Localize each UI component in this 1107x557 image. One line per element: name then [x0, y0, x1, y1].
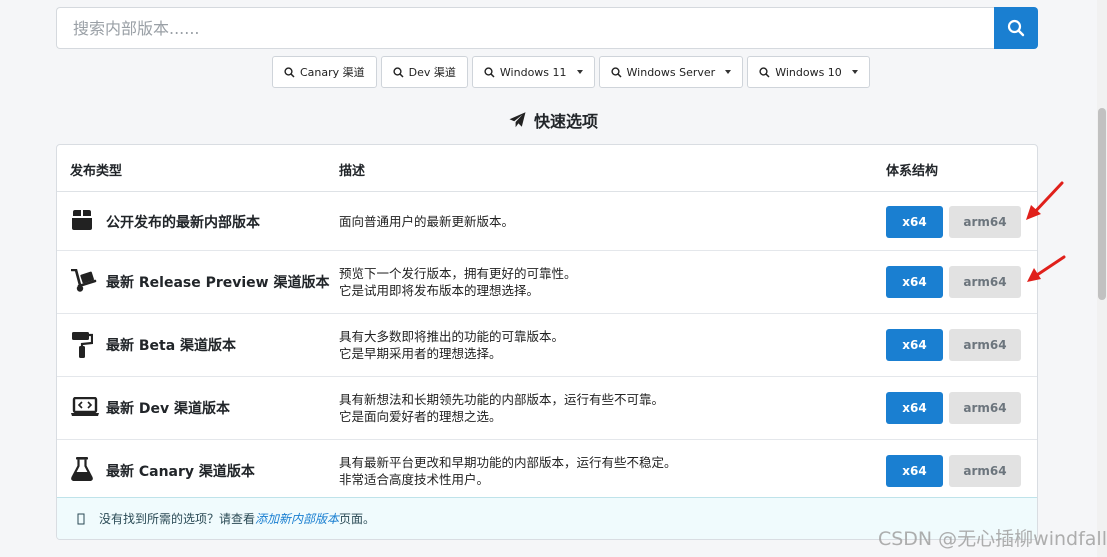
row-description: 具有大多数即将推出的功能的可靠版本。 它是早期采用者的理想选择。 — [339, 328, 564, 362]
column-header-type: 发布类型 — [70, 164, 123, 179]
download-arm64-button[interactable]: arm64 — [949, 392, 1021, 424]
row-description: 具有最新平台更改和早期功能的内部版本，运行有些不稳定。 非常适合高度技术性用户。 — [339, 454, 677, 488]
dolly-icon — [71, 269, 97, 292]
table-row: 公开发布的最新内部版本 面向普通用户的最新更新版本。 x64 arm64 — [57, 192, 1037, 251]
download-x64-button[interactable]: x64 — [886, 455, 943, 487]
filter-label: Windows Server — [626, 65, 716, 79]
scrollbar-thumb[interactable] — [1098, 108, 1106, 300]
watermark: CSDN @无心插柳windfall — [877, 528, 1107, 550]
search-icon — [1007, 19, 1025, 37]
annotation-arrow — [1027, 255, 1066, 282]
add-build-link[interactable]: 添加新内部版本 — [255, 510, 339, 527]
row-description: 具有新想法和长期领先功能的内部版本，运行有些不可靠。 它是面向爱好者的理想之选。 — [339, 391, 664, 425]
quick-options-title: 快速选项 — [533, 112, 598, 131]
row-description: 预览下一个发行版本，拥有更好的可靠性。 它是试用即将发布版本的理想选择。 — [339, 265, 577, 299]
paper-plane-icon — [509, 112, 526, 128]
search-icon — [284, 66, 295, 78]
download-arm64-button[interactable]: arm64 — [949, 455, 1021, 487]
row-description-line: 具有新想法和长期领先功能的内部版本，运行有些不可靠。 — [339, 392, 665, 407]
row-description-line: 具有大多数即将推出的功能的可靠版本。 — [339, 329, 565, 344]
download-arm64-button[interactable]: arm64 — [949, 329, 1021, 361]
filter-windows-server-dropdown[interactable]: Windows Server — [598, 56, 744, 88]
table-row: 最新 Canary 渠道版本 具有最新平台更改和早期功能的内部版本，运行有些不稳… — [57, 440, 1037, 503]
caret-down-icon — [851, 70, 858, 74]
row-description: 面向普通用户的最新更新版本。 — [339, 213, 514, 230]
search-icon — [484, 66, 495, 78]
row-name: 最新 Dev 渠道版本 — [106, 401, 230, 417]
row-description-line: 它是面向爱好者的理想之选。 — [339, 409, 502, 424]
builds-table: 发布类型 描述 体系结构 公开发布的最新内部版本 面向普通用户的最新更新版本。 … — [56, 144, 1038, 540]
paint-roller-icon — [72, 332, 93, 358]
table-row: 最新 Beta 渠道版本 具有大多数即将推出的功能的可靠版本。 它是早期采用者的… — [57, 314, 1037, 377]
download-x64-button[interactable]: x64 — [886, 392, 943, 424]
download-x64-button[interactable]: x64 — [886, 206, 943, 238]
row-name: 最新 Release Preview 渠道版本 — [106, 275, 330, 291]
row-description-line: 它是早期采用者的理想选择。 — [339, 346, 502, 361]
filter-dev-button[interactable]: Dev 渠道 — [380, 56, 468, 88]
search-icon — [610, 66, 622, 78]
filter-label: Dev 渠道 — [408, 66, 456, 79]
table-row: 最新 Release Preview 渠道版本 预览下一个发行版本，拥有更好的可… — [57, 251, 1037, 314]
caret-down-icon — [725, 70, 732, 74]
filter-windows11-dropdown[interactable]: Windows 11 — [471, 56, 595, 88]
page-scrollbar[interactable] — [1097, 0, 1107, 557]
quick-options-heading: 快速选项 — [0, 108, 1107, 132]
search-icon — [759, 66, 770, 78]
info-icon — [77, 513, 85, 524]
filter-windows10-dropdown[interactable]: Windows 10 — [747, 56, 870, 88]
row-description-line: 它是试用即将发布版本的理想选择。 — [339, 283, 540, 298]
notice-suffix: 页面。 — [339, 512, 376, 526]
table-header: 发布类型 描述 体系结构 — [57, 145, 1037, 192]
annotation-arrow — [1026, 181, 1064, 220]
row-description-line: 具有最新平台更改和早期功能的内部版本，运行有些不稳定。 — [339, 455, 677, 470]
filter-bar: Canary 渠道 Dev 渠道 Windows 11 Windows Serv… — [272, 56, 870, 88]
row-name: 最新 Canary 渠道版本 — [106, 464, 255, 480]
filter-label: Canary 渠道 — [300, 66, 365, 79]
filter-label: Windows 11 — [499, 65, 567, 79]
filter-label: Windows 10 — [775, 65, 842, 79]
table-row: 最新 Dev 渠道版本 具有新想法和长期领先功能的内部版本，运行有些不可靠。 它… — [57, 377, 1037, 440]
row-description-line: 预览下一个发行版本，拥有更好的可靠性。 — [339, 266, 577, 281]
column-header-architecture: 体系结构 — [886, 164, 939, 179]
search-bar — [56, 7, 1038, 49]
flask-icon — [71, 457, 93, 481]
notice-prefix: 没有找到所需的选项？请查看 — [99, 512, 256, 526]
row-description-line: 面向普通用户的最新更新版本。 — [339, 214, 515, 229]
download-arm64-button[interactable]: arm64 — [949, 206, 1021, 238]
row-name: 公开发布的最新内部版本 — [106, 215, 260, 231]
caret-down-icon — [576, 70, 583, 74]
laptop-code-icon — [71, 397, 99, 416]
search-input[interactable] — [56, 7, 994, 49]
download-arm64-button[interactable]: arm64 — [949, 266, 1021, 298]
download-x64-button[interactable]: x64 — [886, 329, 943, 361]
search-button[interactable] — [994, 7, 1038, 49]
row-description-line: 非常适合高度技术性用户。 — [339, 472, 490, 487]
row-name: 最新 Beta 渠道版本 — [106, 338, 237, 354]
column-header-description: 描述 — [339, 164, 366, 179]
search-icon — [393, 66, 404, 78]
filter-canary-button[interactable]: Canary 渠道 — [272, 56, 377, 88]
download-x64-button[interactable]: x64 — [886, 266, 943, 298]
box-icon — [72, 210, 92, 230]
